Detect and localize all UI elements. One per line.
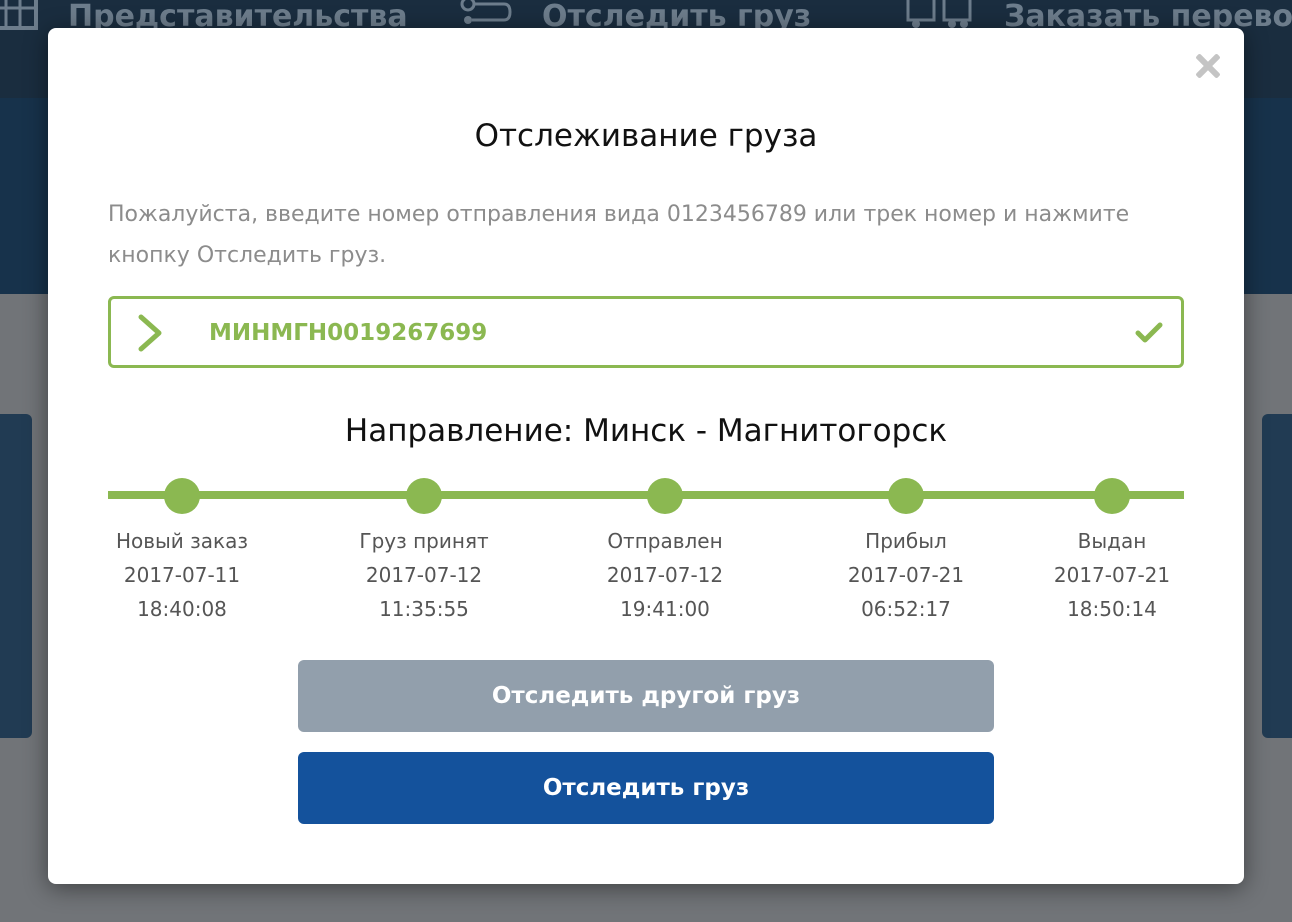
tracking-number-input[interactable] [209,313,1109,353]
close-icon[interactable] [1192,50,1224,82]
stage-name: Груз принят [359,529,489,553]
stage-dot [888,478,924,514]
stage-name: Прибыл [865,529,947,553]
instructions-text: Пожалуйста, введите номер отправления ви… [108,202,1130,268]
tracking-number-field[interactable] [108,296,1184,368]
stage-time: 06:52:17 [861,597,951,621]
check-icon [1135,322,1163,343]
stage-time: 19:41:00 [620,597,710,621]
direction-label: Направление: [344,413,574,449]
stage-date: 2017-07-11 [123,563,241,587]
track-other-button[interactable]: Отследить другой груз [298,660,994,732]
stage-name: Отправлен [607,529,723,553]
timeline-stage: Выдан 2017-07-21 18:50:14 [1022,474,1202,626]
timeline-stage: Новый заказ 2017-07-11 18:40:08 [92,474,272,626]
stage-time: 18:40:08 [137,597,227,621]
timeline-stage: Отправлен 2017-07-12 19:41:00 [575,474,755,626]
stage-dot [164,478,200,514]
background-card-left [0,414,32,738]
stage-name: Новый заказ [115,529,249,553]
route-direction: Направление: Минск - Магнитогорск [48,413,1244,449]
stage-dot [647,478,683,514]
grid-building-icon [0,0,40,40]
stage-time: 18:50:14 [1067,597,1157,621]
stage-date: 2017-07-12 [365,563,483,587]
chevron-right-icon [138,314,162,352]
timeline-stage: Прибыл 2017-07-21 06:52:17 [816,474,996,626]
stage-dot [406,478,442,514]
stage-time: 11:35:55 [379,597,469,621]
stage-date: 2017-07-21 [847,563,965,587]
tracking-modal: Отслеживание груза Пожалуйста, введите н… [48,28,1244,884]
timeline-stage: Груз принят 2017-07-12 11:35:55 [334,474,514,626]
stage-dot [1094,478,1130,514]
stage-date: 2017-07-21 [1053,563,1171,587]
stage-name: Выдан [1077,529,1147,553]
background-card-right [1262,414,1292,738]
direction-route: Минск - Магнитогорск [583,413,948,449]
track-cargo-button[interactable]: Отследить груз [298,752,994,824]
modal-title: Отслеживание груза [474,118,818,154]
tracking-timeline: Новый заказ 2017-07-11 18:40:08 Груз при… [108,474,1184,634]
stage-date: 2017-07-12 [606,563,724,587]
